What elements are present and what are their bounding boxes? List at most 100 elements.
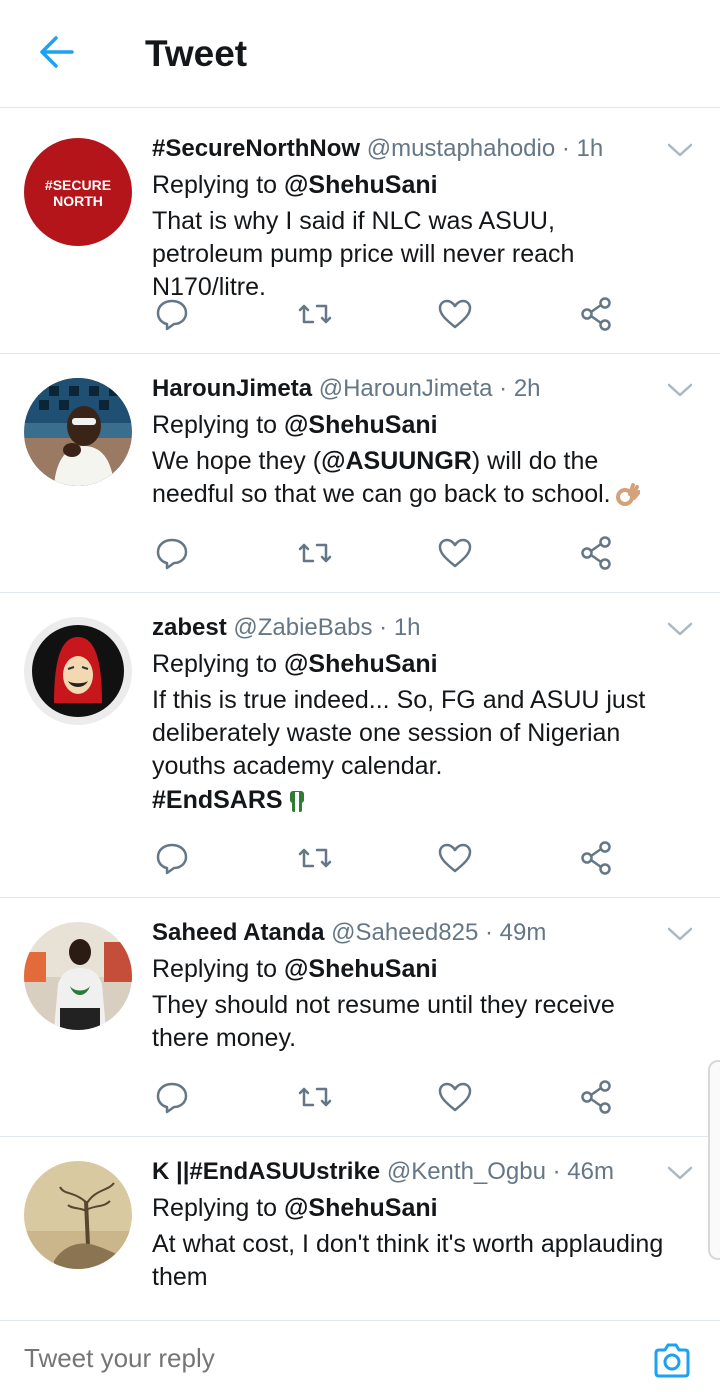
- tweet-actions: [152, 1077, 632, 1117]
- edge-panel-handle[interactable]: [708, 1060, 720, 1260]
- like-button[interactable]: [435, 294, 475, 334]
- mention-link[interactable]: @ShehuSani: [284, 411, 438, 439]
- share-button[interactable]: [576, 838, 616, 878]
- replying-to-label: Replying to: [152, 955, 278, 983]
- reply-icon: [156, 1082, 188, 1114]
- tweet-item[interactable]: zabest @ZabieBabs · 1h Replying to @Sheh…: [0, 593, 720, 898]
- tweet-content: #SecureNorthNow @mustaphahodio · 1h Repl…: [152, 132, 672, 304]
- tweet-text: If this is true indeed... So, FG and ASU…: [152, 686, 646, 780]
- tweet-actions: [152, 533, 632, 573]
- tweet-actions: [152, 838, 632, 878]
- mention-link[interactable]: @ShehuSani: [284, 171, 438, 199]
- tweet-item[interactable]: HarounJimeta @HarounJimeta · 2h Replying…: [0, 354, 720, 593]
- tweet-text: We hope they (@ASUUNGR) will do the need…: [152, 445, 672, 511]
- hashtag-line: #EndSARS: [152, 784, 672, 817]
- replying-to-line: Replying to @ShehuSani: [152, 166, 672, 204]
- mention-link[interactable]: @ShehuSani: [284, 955, 438, 983]
- retweet-icon: [298, 1087, 332, 1107]
- tweet-content: K ||#EndASUUstrike @Kenth_Ogbu · 46m Rep…: [152, 1155, 672, 1294]
- display-name[interactable]: zabest: [152, 614, 227, 641]
- top-app-bar: Tweet: [0, 0, 720, 108]
- reply-button[interactable]: [152, 1077, 192, 1117]
- display-name[interactable]: K ||#EndASUUstrike: [152, 1158, 380, 1185]
- tweet-header: Saheed Atanda @Saheed825 · 49m: [152, 916, 672, 950]
- retweet-button[interactable]: [295, 533, 335, 573]
- avatar[interactable]: [24, 378, 132, 486]
- timestamp: · 49m: [485, 919, 547, 946]
- avatar[interactable]: #SECURE NORTH: [24, 138, 132, 246]
- replying-to-line: Replying to @ShehuSani: [152, 406, 672, 444]
- tweet-content: Saheed Atanda @Saheed825 · 49m Replying …: [152, 916, 672, 1055]
- retweet-button[interactable]: [295, 1077, 335, 1117]
- avatar[interactable]: [24, 617, 132, 725]
- chevron-down-icon[interactable]: [666, 380, 694, 400]
- display-name[interactable]: HarounJimeta: [152, 375, 312, 402]
- user-handle[interactable]: @HarounJimeta: [319, 375, 493, 402]
- retweet-button[interactable]: [295, 838, 335, 878]
- tweet-header: HarounJimeta @HarounJimeta · 2h: [152, 372, 672, 406]
- mention-link[interactable]: @ShehuSani: [284, 1194, 438, 1222]
- user-handle[interactable]: @Saheed825: [331, 919, 478, 946]
- user-handle[interactable]: @mustaphahodio: [367, 135, 555, 162]
- hashtag-link[interactable]: #EndSARS: [152, 786, 283, 814]
- camera-icon: [654, 1343, 690, 1378]
- chevron-down-icon[interactable]: [666, 924, 694, 944]
- arrow-left-icon: [40, 36, 74, 68]
- avatar[interactable]: [24, 1161, 132, 1269]
- reply-input[interactable]: [24, 1343, 584, 1374]
- reply-button[interactable]: [152, 294, 192, 334]
- reply-icon: [156, 538, 188, 570]
- like-button[interactable]: [435, 838, 475, 878]
- replying-to-line: Replying to @ShehuSani: [152, 1189, 672, 1227]
- timestamp: · 2h: [499, 375, 541, 402]
- display-name[interactable]: Saheed Atanda: [152, 919, 325, 946]
- replying-to-label: Replying to: [152, 171, 278, 199]
- avatar-logo-text: #SECURE: [45, 177, 111, 193]
- replying-to-label: Replying to: [152, 650, 278, 678]
- tweet-content: zabest @ZabieBabs · 1h Replying to @Sheh…: [152, 611, 672, 817]
- user-handle[interactable]: @Kenth_Ogbu: [387, 1158, 546, 1185]
- tweet-text-part: We hope they (: [152, 447, 322, 475]
- tweet-header: #SecureNorthNow @mustaphahodio · 1h: [152, 132, 672, 166]
- like-icon: [438, 843, 472, 873]
- like-icon: [438, 1082, 472, 1112]
- tweet-actions: [152, 294, 632, 334]
- share-button[interactable]: [576, 533, 616, 573]
- tweet-content: HarounJimeta @HarounJimeta · 2h Replying…: [152, 372, 672, 511]
- avatar[interactable]: [24, 922, 132, 1030]
- tweet-header: zabest @ZabieBabs · 1h: [152, 611, 672, 645]
- raised-fist-emoji: [289, 791, 304, 813]
- reply-button[interactable]: [152, 533, 192, 573]
- camera-button[interactable]: [650, 1339, 694, 1383]
- tweet-text: They should not resume until they receiv…: [152, 991, 615, 1052]
- user-handle[interactable]: @ZabieBabs: [233, 614, 372, 641]
- tweet-item[interactable]: K ||#EndASUUstrike @Kenth_Ogbu · 46m Rep…: [0, 1137, 720, 1317]
- mention-link[interactable]: @ASUUNGR: [321, 447, 472, 475]
- page-title: Tweet: [145, 33, 248, 74]
- display-name[interactable]: #SecureNorthNow: [152, 135, 360, 162]
- retweet-button[interactable]: [295, 294, 335, 334]
- share-button[interactable]: [576, 294, 616, 334]
- mention-link[interactable]: @ShehuSani: [284, 650, 438, 678]
- reply-icon: [156, 843, 188, 875]
- chevron-down-icon[interactable]: [666, 619, 694, 639]
- replying-to-line: Replying to @ShehuSani: [152, 645, 672, 683]
- share-button[interactable]: [576, 1077, 616, 1117]
- replying-to-label: Replying to: [152, 411, 278, 439]
- share-icon: [581, 297, 611, 331]
- ok-hand-emoji: [615, 483, 640, 507]
- like-button[interactable]: [435, 1077, 475, 1117]
- share-icon: [581, 1080, 611, 1114]
- retweet-icon: [298, 304, 332, 324]
- chevron-down-icon[interactable]: [666, 140, 694, 160]
- like-button[interactable]: [435, 533, 475, 573]
- reply-button[interactable]: [152, 838, 192, 878]
- share-icon: [581, 536, 611, 570]
- back-button[interactable]: [34, 30, 78, 74]
- like-icon: [438, 299, 472, 329]
- tweet-header: K ||#EndASUUstrike @Kenth_Ogbu · 46m: [152, 1155, 672, 1189]
- chevron-down-icon[interactable]: [666, 1163, 694, 1183]
- tweet-item[interactable]: Saheed Atanda @Saheed825 · 49m Replying …: [0, 898, 720, 1137]
- replying-to-label: Replying to: [152, 1194, 278, 1222]
- tweet-item[interactable]: #SECURE NORTH #SecureNorthNow @mustaphah…: [0, 114, 720, 354]
